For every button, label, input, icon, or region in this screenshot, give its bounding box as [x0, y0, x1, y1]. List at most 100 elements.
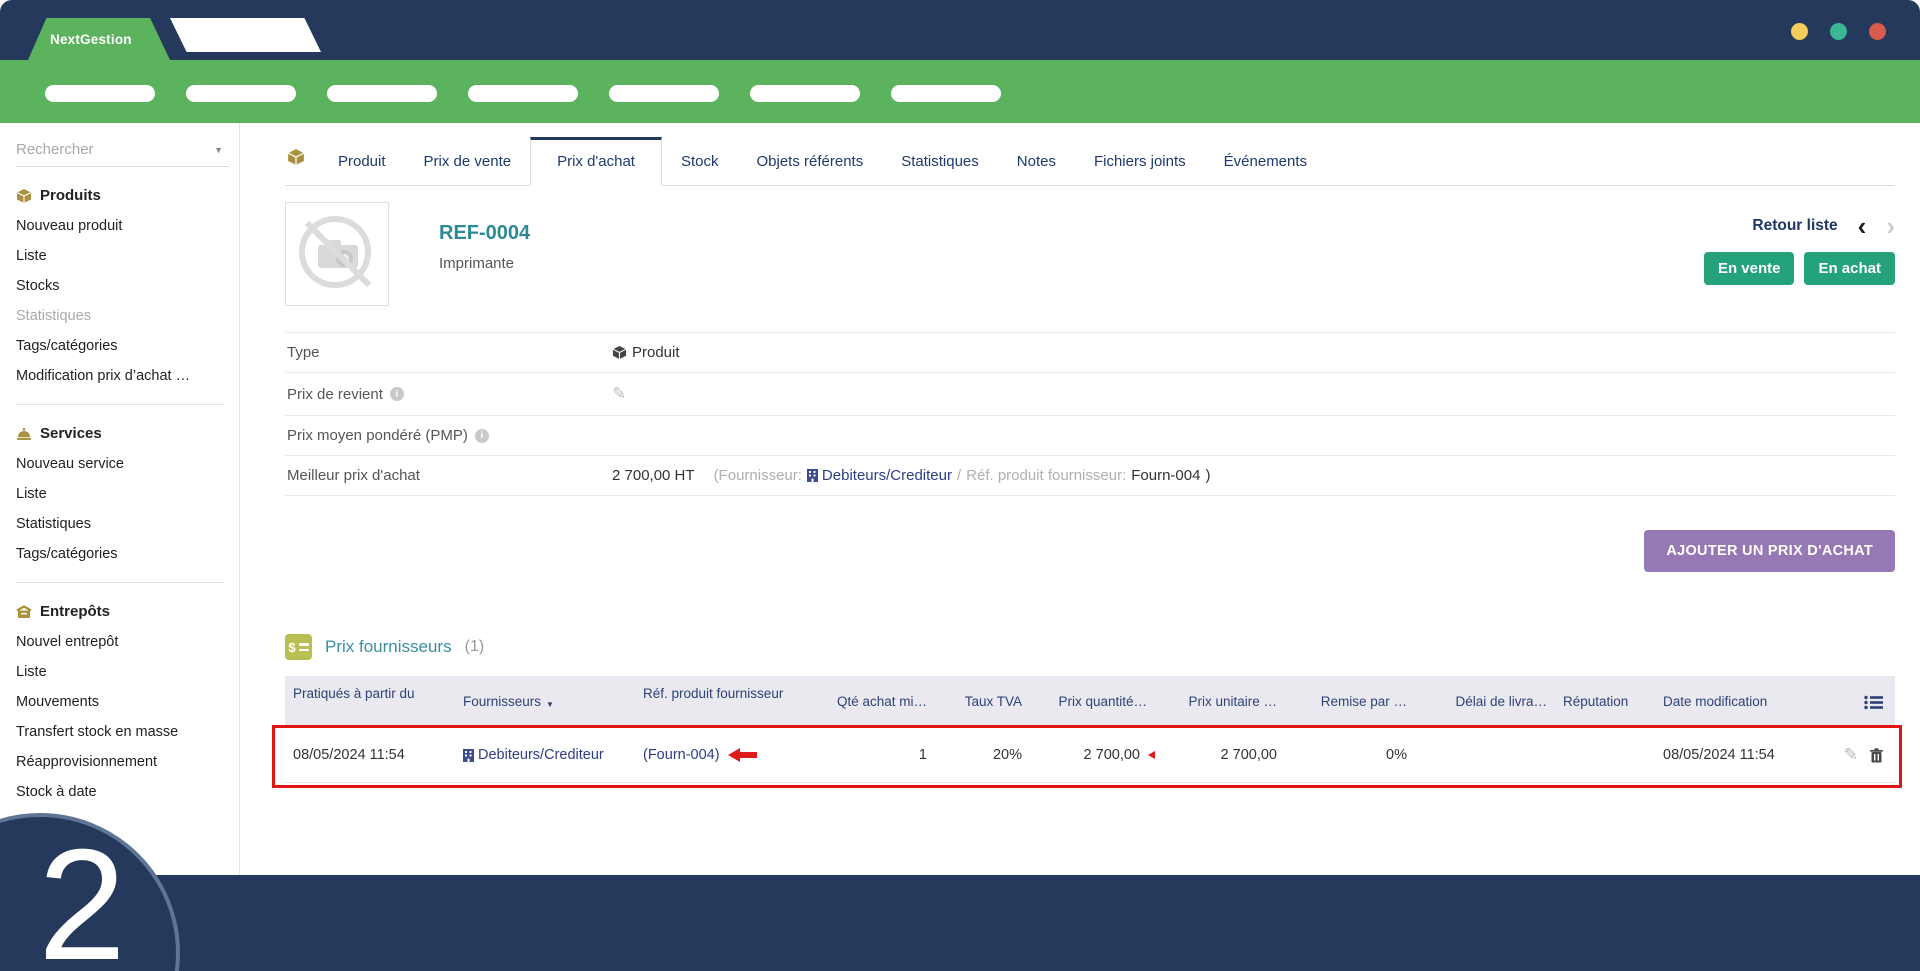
sidebar-item-liste-services[interactable]: Liste: [16, 486, 229, 502]
info-icon[interactable]: i: [390, 387, 404, 401]
tab-produit[interactable]: Produit: [319, 138, 405, 185]
chevron-left-icon[interactable]: ‹: [1858, 216, 1867, 236]
en-achat-badge[interactable]: En achat: [1804, 252, 1895, 285]
sidebar-item-stock-a-date[interactable]: Stock à date: [16, 784, 229, 800]
warehouse-icon: [16, 604, 32, 620]
sidebar-item-liste-entrepots[interactable]: Liste: [16, 664, 229, 680]
tab-prix-de-vente[interactable]: Prix de vente: [405, 138, 531, 185]
tab-fichiers-joints[interactable]: Fichiers joints: [1075, 138, 1205, 185]
product-details: Type Produit Prix de revient i ✎: [285, 332, 1895, 496]
trash-icon[interactable]: [1870, 748, 1883, 763]
nav-item-placeholder[interactable]: [186, 85, 296, 102]
brand-tab[interactable]: NextGestion: [28, 18, 170, 60]
tab-prix-dachat[interactable]: Prix d'achat: [530, 137, 662, 186]
sidebar-item-statistiques-produits: Statistiques: [16, 308, 229, 324]
nav-item-placeholder[interactable]: [468, 85, 578, 102]
title-bar: NextGestion: [0, 0, 1920, 60]
cube-icon: [16, 188, 32, 204]
nav-item-placeholder[interactable]: [609, 85, 719, 102]
nav-item-placeholder[interactable]: [750, 85, 860, 102]
sidebar-section-produits: Produits: [16, 187, 229, 204]
maximize-dot[interactable]: [1830, 23, 1847, 40]
product-reference: REF-0004: [439, 222, 530, 245]
supplier-prices-title: Prix fournisseurs: [325, 637, 452, 657]
search-placeholder: Rechercher: [16, 141, 94, 158]
sidebar-item-statistiques-services[interactable]: Statistiques: [16, 516, 229, 532]
sidebar-item-tags-categories-produits[interactable]: Tags/catégories: [16, 338, 229, 354]
col-qte-achat-min[interactable]: Qté achat mi…: [800, 676, 935, 728]
building-icon: [463, 749, 474, 762]
supplier-link[interactable]: Debiteurs/Crediteur: [807, 467, 952, 484]
product-tabbar: Produit Prix de vente Prix d'achat Stock…: [285, 137, 1895, 186]
ajouter-prix-achat-button[interactable]: AJOUTER UN PRIX D'ACHAT: [1644, 530, 1895, 572]
nav-item-placeholder[interactable]: [45, 85, 155, 102]
close-dot[interactable]: [1869, 23, 1886, 40]
col-reputation[interactable]: Réputation: [1555, 676, 1655, 728]
en-vente-badge[interactable]: En vente: [1704, 252, 1795, 285]
product-name: Imprimante: [439, 255, 530, 272]
sidebar-item-transfert-stock[interactable]: Transfert stock en masse: [16, 724, 229, 740]
col-delai-livraison[interactable]: Délai de livra…: [1415, 676, 1555, 728]
product-photo-placeholder: [285, 202, 389, 306]
col-fournisseurs[interactable]: Fournisseurs▼: [455, 676, 635, 728]
col-remise-par[interactable]: Remise par …: [1285, 676, 1415, 728]
nav-item-placeholder[interactable]: [327, 85, 437, 102]
col-taux-tva[interactable]: Taux TVA: [935, 676, 1030, 728]
minimize-dot[interactable]: [1791, 23, 1808, 40]
detail-row-meilleur-prix: Meilleur prix d'achat 2 700,00 HT (Fourn…: [285, 455, 1895, 496]
cube-icon: [612, 345, 627, 360]
redacted-tab: [170, 18, 321, 52]
col-date-modification[interactable]: Date modification: [1655, 676, 1805, 728]
retour-liste-link[interactable]: Retour liste: [1752, 217, 1837, 235]
bottom-band: [0, 875, 1920, 971]
cell-reputation: [1555, 728, 1655, 783]
sidebar-item-nouvel-entrepot[interactable]: Nouvel entrepôt: [16, 634, 229, 650]
product-cube-icon: [285, 148, 319, 185]
cell-supplier[interactable]: Debiteurs/Crediteur: [455, 728, 635, 783]
annotation-arrow-left: [728, 748, 757, 762]
divider: [16, 404, 225, 405]
nav-item-placeholder[interactable]: [891, 85, 1001, 102]
cell-date-from: 08/05/2024 11:54: [285, 728, 455, 783]
supplier-prices-count: (1): [465, 638, 485, 656]
detail-row-type: Type Produit: [285, 332, 1895, 372]
sidebar-item-nouveau-service[interactable]: Nouveau service: [16, 456, 229, 472]
sidebar-item-nouveau-produit[interactable]: Nouveau produit: [16, 218, 229, 234]
column-settings-icon[interactable]: [1805, 676, 1895, 728]
tab-statistiques[interactable]: Statistiques: [882, 138, 998, 185]
detail-row-prix-revient: Prix de revient i ✎: [285, 372, 1895, 415]
edit-pencil-icon[interactable]: ✎: [1844, 745, 1858, 765]
cell-modified: 08/05/2024 11:54: [1655, 728, 1805, 783]
tab-notes[interactable]: Notes: [998, 138, 1075, 185]
cell-unit-price: 2 700,00: [1155, 728, 1285, 783]
cell-qty: 1: [800, 728, 935, 783]
cell-discount: 0%: [1285, 728, 1415, 783]
supplier-ref-value: Fourn-004: [1131, 467, 1200, 484]
search-input[interactable]: Rechercher ▼: [16, 137, 229, 167]
cell-vat: 20%: [935, 728, 1030, 783]
sidebar-section-services: Services: [16, 425, 229, 442]
col-ref-produit-fournisseur[interactable]: Réf. produit fournisseur: [635, 676, 800, 728]
sidebar-item-reapprovisionnement[interactable]: Réapprovisionnement: [16, 754, 229, 770]
brand-name: NextGestion: [50, 32, 132, 47]
content-area: Produit Prix de vente Prix d'achat Stock…: [240, 123, 1920, 875]
tab-stock[interactable]: Stock: [662, 138, 738, 185]
sidebar-item-mouvements[interactable]: Mouvements: [16, 694, 229, 710]
info-icon[interactable]: i: [475, 429, 489, 443]
app-window: NextGestion Rechercher ▼: [0, 0, 1920, 971]
col-pratiques-a-partir-du[interactable]: Pratiqués à partir du: [285, 676, 455, 728]
sidebar-item-liste-produits[interactable]: Liste: [16, 248, 229, 264]
sidebar-item-tags-categories-services[interactable]: Tags/catégories: [16, 546, 229, 562]
tab-evenements[interactable]: Événements: [1205, 138, 1326, 185]
tab-objets-referents[interactable]: Objets référents: [738, 138, 883, 185]
cell-supplier-ref: (Fourn-004): [635, 728, 800, 783]
sidebar-item-modification-prix-achat[interactable]: Modification prix d’achat …: [16, 368, 229, 384]
sidebar-item-stocks[interactable]: Stocks: [16, 278, 229, 294]
edit-pencil-icon[interactable]: ✎: [612, 384, 626, 404]
col-prix-unitaire[interactable]: Prix unitaire …: [1155, 676, 1285, 728]
table-row[interactable]: 08/05/2024 11:54 Debiteurs/Crediteur: [285, 728, 1895, 783]
chevron-down-icon[interactable]: ▼: [214, 145, 223, 155]
sidebar-section-entrepots: Entrepôts: [16, 603, 229, 620]
cell-qty-price: 2 700,00: [1030, 728, 1155, 783]
col-prix-quantite[interactable]: Prix quantité…: [1030, 676, 1155, 728]
